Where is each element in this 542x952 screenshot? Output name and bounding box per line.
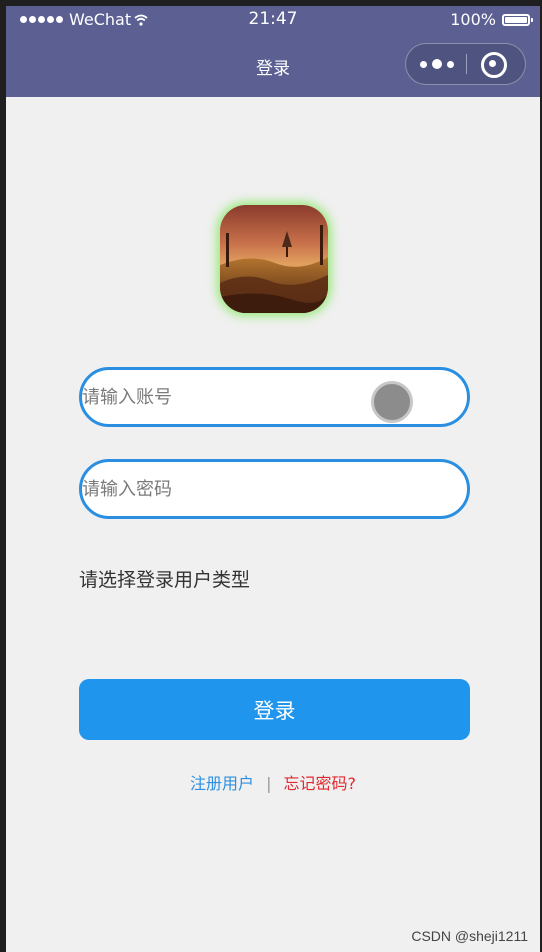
user-type-selector[interactable]: 请选择登录用户类型 bbox=[79, 565, 250, 592]
forgot-password-link[interactable]: 忘记密码? bbox=[283, 774, 356, 793]
app-logo bbox=[220, 205, 328, 313]
password-field[interactable] bbox=[79, 459, 470, 519]
status-right: 100% bbox=[450, 10, 533, 29]
battery-icon bbox=[502, 13, 533, 26]
footer-links: 注册用户 | 忘记密码? bbox=[6, 770, 540, 794]
close-icon[interactable] bbox=[481, 52, 507, 78]
password-input[interactable] bbox=[82, 462, 467, 516]
status-bar: WeChat 21:47 100% bbox=[6, 6, 540, 34]
watermark: CSDN @sheji1211 bbox=[411, 928, 528, 944]
touch-pointer bbox=[371, 381, 413, 423]
battery-percent: 100% bbox=[450, 10, 496, 29]
link-divider: | bbox=[266, 774, 272, 793]
phone-frame: WeChat 21:47 100% 登录 请输入账号 请选择登录用户类型 登录 … bbox=[6, 6, 540, 952]
more-icon[interactable] bbox=[420, 58, 454, 70]
navigation-bar: 登录 bbox=[6, 34, 540, 97]
login-button[interactable]: 登录 bbox=[79, 679, 470, 740]
capsule-divider bbox=[466, 54, 467, 74]
landscape-image bbox=[220, 205, 328, 313]
miniprogram-capsule bbox=[405, 43, 526, 85]
register-link[interactable]: 注册用户 bbox=[190, 774, 254, 793]
